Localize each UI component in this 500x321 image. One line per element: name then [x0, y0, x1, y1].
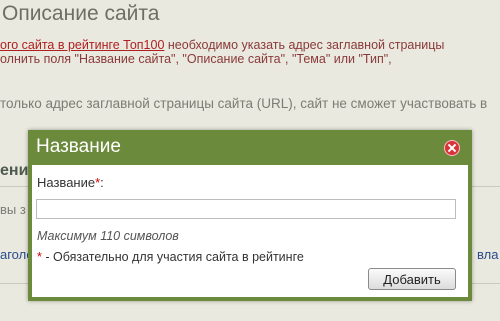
add-button[interactable]: Добавить: [368, 268, 456, 290]
notice-line-1-rest: необходимо указать адрес заглавной стран…: [164, 38, 445, 52]
notice-line-1: ого сайта в рейтинге Топ100 необходимо у…: [0, 38, 444, 52]
close-icon[interactable]: [444, 140, 460, 156]
section-heading: ени: [0, 162, 29, 179]
max-length-note: Максимум 110 символов: [37, 229, 179, 243]
required-note: * - Обязательно для участия сайта в рейт…: [37, 250, 304, 264]
notice-line-2: олнить поля "Название сайта", "Описание …: [0, 52, 392, 66]
page-title: Описание сайта: [2, 2, 160, 25]
dialog-header: Название: [28, 130, 472, 164]
url-note: только адрес заглавной страницы сайта (U…: [0, 96, 488, 111]
bottom-right-link[interactable]: вла: [477, 247, 498, 262]
name-input[interactable]: [36, 199, 456, 219]
field-label-text: Название: [37, 175, 96, 190]
required-note-text: - Обязательно для участия сайта в рейтин…: [41, 250, 304, 264]
dialog-title: Название: [36, 136, 121, 157]
side-text: вы з: [0, 202, 26, 217]
dialog-body: Название*: Максимум 110 символов * - Обя…: [32, 165, 468, 297]
name-dialog: Название Название*: Максимум 110 символо…: [28, 130, 472, 301]
rating-link[interactable]: ого сайта в рейтинге Топ100: [0, 38, 164, 52]
name-field-label: Название*:: [37, 175, 104, 190]
label-colon: :: [100, 175, 104, 190]
